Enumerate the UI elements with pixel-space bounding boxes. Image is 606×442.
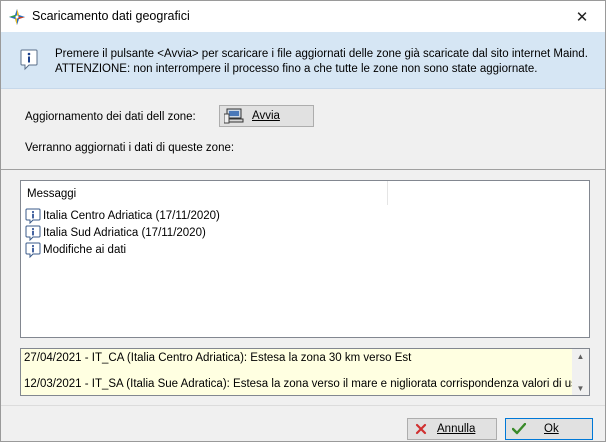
- app-compass-icon: [9, 9, 25, 25]
- list-item-label: Italia Sud Adriatica (17/11/2020): [43, 226, 206, 239]
- log-line: 27/04/2021 - IT_CA (Italia Centro Adriat…: [24, 352, 412, 364]
- ok-button-label: Ok: [544, 423, 559, 435]
- avvia-button-label: Avvia: [252, 110, 280, 122]
- checkmark-icon: [512, 423, 526, 435]
- scroll-up-arrow-icon[interactable]: ▲: [572, 349, 589, 363]
- list-item-label: Italia Centro Adriatica (17/11/2020): [43, 209, 220, 222]
- zones-label: Verranno aggiornati i dati di queste zon…: [25, 142, 235, 154]
- close-button[interactable]: ✕: [559, 1, 605, 32]
- update-label: Aggiornamento dei dati dell zone:: [25, 111, 196, 123]
- title-bar: Scaricamento dati geografici ✕: [1, 1, 605, 32]
- changelog-textbox[interactable]: 27/04/2021 - IT_CA (Italia Centro Adriat…: [20, 348, 590, 396]
- log-line: 12/03/2021 - IT_SA (Italia Sue Adratica)…: [24, 378, 590, 390]
- list-item[interactable]: Italia Sud Adriatica (17/11/2020): [25, 224, 206, 241]
- horizontal-divider: [1, 169, 605, 170]
- info-text-line-2: ATTENZIONE: non interrompere il processo…: [55, 63, 538, 75]
- close-icon: ✕: [575, 8, 589, 26]
- footer-divider: [1, 405, 605, 406]
- list-item[interactable]: Italia Centro Adriatica (17/11/2020): [25, 207, 220, 224]
- info-icon: [25, 208, 41, 224]
- window-title: Scaricamento dati geografici: [32, 9, 190, 23]
- messages-list[interactable]: Messaggi Italia Centro Adriatica (17/11/…: [20, 180, 590, 338]
- cancel-x-icon: [415, 423, 427, 435]
- ok-button[interactable]: Ok: [505, 418, 593, 440]
- column-divider: [387, 181, 388, 205]
- avvia-button[interactable]: Avvia: [219, 105, 314, 127]
- vertical-scrollbar[interactable]: ▲ ▼: [572, 349, 589, 395]
- info-banner: Premere il pulsante <Avvia> per scaricar…: [1, 32, 605, 89]
- info-text-line-1: Premere il pulsante <Avvia> per scaricar…: [55, 48, 588, 60]
- cancel-button-label: Annulla: [437, 423, 476, 435]
- list-item-label: Modifiche ai dati: [43, 243, 127, 256]
- info-bubble-icon: [20, 49, 38, 71]
- info-icon: [25, 242, 41, 258]
- cancel-button[interactable]: Annulla: [407, 418, 497, 440]
- scroll-down-arrow-icon[interactable]: ▼: [572, 381, 589, 395]
- info-icon: [25, 225, 41, 241]
- list-item[interactable]: Modifiche ai dati: [25, 241, 126, 258]
- messages-column-header[interactable]: Messaggi: [27, 188, 76, 200]
- dialog-window: Scaricamento dati geografici ✕ Premere i…: [0, 0, 606, 442]
- download-computer-icon: [224, 108, 244, 124]
